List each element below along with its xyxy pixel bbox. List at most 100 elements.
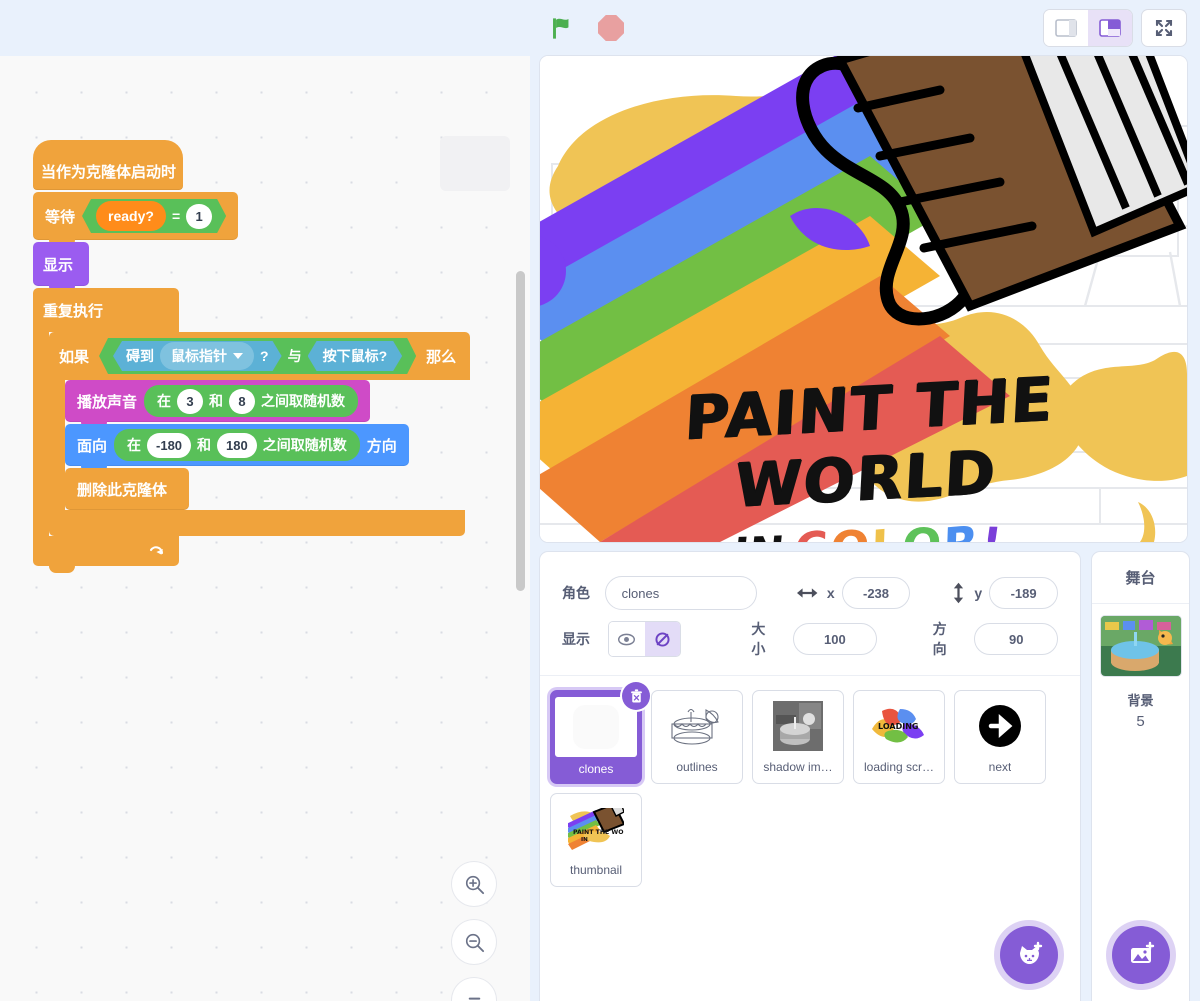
add-sprite-button[interactable] [1000,926,1058,984]
visibility-toggle-group [607,621,682,657]
x-position-input[interactable]: -238 [841,577,911,609]
sprite-tile-label: next [988,760,1012,774]
sprite-tile-outlines[interactable]: outlines [651,690,743,784]
grayscale-cake-photo [773,701,823,751]
operator-equals[interactable]: ready? = 1 [82,199,226,233]
sprite-thumbnail [759,697,837,755]
block-when-i-start-as-clone[interactable]: 当作为克隆体启动时 [33,140,183,573]
random-min-input[interactable]: -180 [147,432,192,458]
trash-icon [630,688,642,702]
zoom-in-button[interactable] [452,862,496,906]
block-show[interactable]: 显示 [33,242,89,293]
random-min-input[interactable]: 3 [177,388,204,414]
touching-target-dropdown[interactable]: 鼠标指针 [160,342,254,370]
operator-and[interactable]: 碍到 鼠标指针 ? 与 按下鼠标? [99,338,416,374]
sprite-tile-label: outlines [676,760,718,774]
direction-suffix: 方向 [366,437,397,455]
code-workspace[interactable]: 当作为克隆体启动时 等待 ready? = 1 显示 重复执行 如果 碍到 鼠标… [0,56,530,1001]
add-backdrop-button[interactable] [1112,926,1170,984]
art-color-letter: O [826,520,873,542]
stage[interactable]: PAINT THE WORLD IN COLOR! [540,56,1187,542]
forever-body[interactable]: 如果 碍到 鼠标指针 ? 与 按下鼠标? 那么 播放声音 在 3 和 8 之间取… [49,332,471,536]
random-suffix: 之间取随机数 [262,437,347,453]
block-label: 面向 [77,437,108,455]
sprite-thumbnail: PAINT THE WORLDIN [557,800,635,858]
block-label: 删除此克隆体 [77,481,168,499]
green-flag-button[interactable] [546,11,580,45]
sensing-mouse-down[interactable]: 按下鼠标? [308,341,403,371]
random-prefix: 在 [157,393,172,409]
black-circle-arrow-right [979,705,1021,747]
equals-value-input[interactable]: 1 [186,204,212,229]
stop-button[interactable] [594,11,628,45]
sprite-name-input[interactable]: clones [604,576,758,610]
zoom-reset-icon [468,997,480,1000]
menu-bar [0,0,1200,56]
fullscreen-icon [1155,19,1173,37]
block-forever[interactable]: 重复执行 如果 碍到 鼠标指针 ? 与 按下鼠标? 那么 播放声音 在 3 和 … [33,288,471,566]
backdrop-thumbnail[interactable] [1100,616,1181,676]
sprite-tile-loading-scr-[interactable]: LOADING loading scr… [853,690,945,784]
zoom-out-button[interactable] [452,920,496,964]
fullscreen-button[interactable] [1142,10,1186,46]
sprite-tile-shadow-im-[interactable]: shadow im… [752,690,844,784]
size-input[interactable]: 100 [793,623,877,655]
show-sprite-button[interactable] [608,622,645,656]
block-point-in-direction[interactable]: 面向 在 -180 和 180 之间取随机数 方向 [65,424,409,473]
visibility-label: 显示 [562,631,590,647]
direction-label: 方向 [932,621,947,657]
random-max-input[interactable]: 8 [229,388,256,414]
block-delete-this-clone[interactable]: 删除此克隆体 [65,468,189,510]
if-arm [49,380,65,510]
hide-sprite-button[interactable] [644,622,681,656]
random-suffix: 之间取随机数 [261,393,346,409]
backdrop-label: 背景 [1127,693,1154,708]
sprite-selector[interactable]: clones outlines shadow im… LOADING loading s… [540,676,1080,887]
sprite-thumbnail [961,697,1039,755]
sprite-tile-thumbnail[interactable]: PAINT THE WORLDIN thumbnail [550,793,642,887]
block-if-then[interactable]: 如果 碍到 鼠标指针 ? 与 按下鼠标? 那么 播放声音 在 3 和 8 之间取… [49,332,471,536]
block-play-sound[interactable]: 播放声音 在 3 和 8 之间取随机数 [65,380,371,429]
stage-selector-header: 舞台 [1092,552,1189,604]
question-mark: ? [260,348,269,364]
sprite-tile-next[interactable]: next [954,690,1046,784]
layout-controls [1044,0,1186,56]
operator-pick-random-sound[interactable]: 在 3 和 8 之间取随机数 [144,385,359,417]
large-stage-button[interactable] [1088,10,1132,46]
sensing-touching[interactable]: 碍到 鼠标指针 ? [113,341,282,371]
sprite-thumbnail [555,697,637,757]
if-body[interactable]: 播放声音 在 3 和 8 之间取随机数 面向 在 -180 和 180 之间取随… [65,380,409,510]
loading-paint-splash: LOADING [870,705,928,747]
zoom-reset-button[interactable] [452,978,496,1001]
chevron-down-icon [233,353,243,359]
direction-input[interactable]: 90 [974,623,1058,655]
sprite-info-bar: 角色 clones x -238 y -189 显示 大小 100 方向 90 [540,552,1080,676]
y-position-input[interactable]: -189 [989,577,1058,609]
stage-canvas[interactable]: PAINT THE WORLD IN COLOR! [540,56,1187,542]
birthday-cake-backdrop [1100,616,1181,676]
art-color-letter: ! [977,519,1004,542]
delete-sprite-button[interactable] [622,682,650,710]
workspace-vertical-scrollbar[interactable] [516,271,525,591]
block-label: 等待 [45,208,76,226]
large-stage-layout-icon [1099,19,1121,37]
zoom-out-icon [465,933,484,952]
if-header: 如果 碍到 鼠标指针 ? 与 按下鼠标? 那么 [49,332,471,380]
vertical-arrows-icon [954,582,964,604]
if-footer [49,510,465,536]
small-stage-button[interactable] [1044,10,1088,46]
art-title-line1: PAINT THE WORLD [683,364,1057,522]
script-stack[interactable]: 当作为克隆体启动时 等待 ready? = 1 显示 重复执行 如果 碍到 鼠标… [33,140,471,573]
then-label: 那么 [426,348,457,366]
operator-pick-random-direction[interactable]: 在 -180 和 180 之间取随机数 [114,429,360,461]
if-label: 如果 [59,348,90,366]
block-wait-until[interactable]: 等待 ready? = 1 [33,192,239,247]
variable-ready[interactable]: ready? [96,201,166,231]
sprite-tile-clones[interactable]: clones [550,682,650,784]
sprite-thumbnail [658,697,736,755]
art-title-line2-color: COLOR! [793,515,1004,542]
random-max-input[interactable]: 180 [217,432,257,458]
random-and: 和 [209,393,224,409]
forever-arm [33,332,49,536]
y-label: y [974,585,983,601]
